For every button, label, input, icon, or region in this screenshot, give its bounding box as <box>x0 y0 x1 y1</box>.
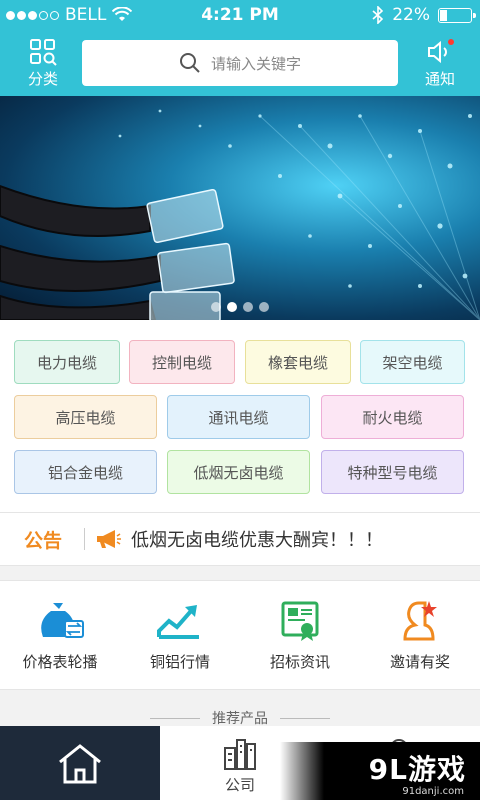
recommend-header: 推荐产品 <box>0 708 480 728</box>
quick-link-tender[interactable]: 招标资讯 <box>240 599 360 672</box>
quick-link-label: 铜铝行情 <box>149 653 210 671</box>
battery-icon <box>438 7 476 23</box>
user-star-icon <box>403 601 437 641</box>
status-right: 22% <box>372 5 476 25</box>
home-icon <box>59 744 101 784</box>
notification-label: 通知 <box>424 70 455 88</box>
category-tag[interactable]: 低烟无卤电缆 <box>167 450 310 494</box>
certificate-icon <box>281 601 319 641</box>
carousel-dot[interactable] <box>243 302 253 312</box>
grid-search-icon <box>30 39 57 66</box>
watermark-brand: 9L游戏 <box>368 753 466 786</box>
search-icon <box>179 53 200 73</box>
quick-links: 价格表轮播 铜铝行情 招标资讯 邀请有奖 <box>0 580 480 690</box>
battery-percent: 22% <box>392 5 430 25</box>
carousel-indicator[interactable] <box>0 302 480 312</box>
recommend-title: 推荐产品 <box>212 711 268 727</box>
category-tag[interactable]: 控制电缆 <box>129 340 235 384</box>
quick-link-market[interactable]: 铜铝行情 <box>120 599 240 672</box>
category-tag[interactable]: 架空电缆 <box>360 340 465 384</box>
category-tag[interactable]: 耐火电缆 <box>321 395 464 439</box>
quick-link-label: 邀请有奖 <box>389 653 450 671</box>
fiber-cable-image <box>0 109 480 320</box>
category-tag[interactable]: 电力电缆 <box>14 340 120 384</box>
announcement-text: 低烟无卤电缆优惠大酬宾！！！ <box>131 530 384 551</box>
quick-link-label: 价格表轮播 <box>22 653 98 671</box>
watermark-url: 91danji.com <box>402 786 464 797</box>
category-button[interactable]: 分类 <box>13 38 73 89</box>
notification-button[interactable]: 通知 <box>410 38 470 89</box>
status-bar: BELL 4:21 PM 22% <box>0 0 480 32</box>
quick-link-invite[interactable]: 邀请有奖 <box>360 599 480 672</box>
watermark-logo: 9L游戏 91danji.com <box>280 742 480 800</box>
speaker-icon <box>428 39 454 64</box>
category-tag[interactable]: 橡套电缆 <box>245 340 351 384</box>
category-tag[interactable]: 特种型号电缆 <box>321 450 464 494</box>
divider-line <box>150 718 200 719</box>
building-icon <box>224 739 256 770</box>
trend-chart-icon <box>157 605 199 639</box>
category-tag[interactable]: 铝合金电缆 <box>14 450 157 494</box>
announcement-label: 公告 <box>24 529 63 552</box>
money-bag-icon <box>41 603 84 638</box>
bottom-tab-bar: 公司 9L游戏 91danji.com <box>0 726 480 800</box>
search-placeholder: 请输入关键字 <box>210 54 301 73</box>
category-tag[interactable]: 通讯电缆 <box>167 395 310 439</box>
category-tags: 电力电缆 控制电缆 橡套电缆 架空电缆高压电缆 通讯电缆 耐火电缆铝合金电缆 低烟无卤电缆特… <box>0 320 480 512</box>
category-label: 分类 <box>27 70 58 88</box>
app-header: 分类 请输入关键字 通知 <box>0 32 480 96</box>
category-tag[interactable]: 高压电缆 <box>14 395 157 439</box>
quick-link-label: 招标资讯 <box>269 653 330 671</box>
search-input[interactable]: 请输入关键字 <box>82 40 398 86</box>
announcement-bar[interactable]: 公告 低烟无卤电缆优惠大酬宾！！！ <box>0 512 480 566</box>
carousel-dot[interactable] <box>259 302 269 312</box>
carousel-dot[interactable] <box>211 302 221 312</box>
megaphone-icon <box>97 530 122 548</box>
banner-carousel[interactable] <box>0 96 480 320</box>
quick-link-price[interactable]: 价格表轮播 <box>0 599 120 672</box>
announcement-divider <box>84 528 86 550</box>
tab-home[interactable] <box>0 726 160 800</box>
tab-company-label: 公司 <box>224 776 255 794</box>
carousel-dot[interactable] <box>227 302 237 312</box>
divider-line <box>280 718 330 719</box>
bluetooth-icon <box>372 6 384 24</box>
